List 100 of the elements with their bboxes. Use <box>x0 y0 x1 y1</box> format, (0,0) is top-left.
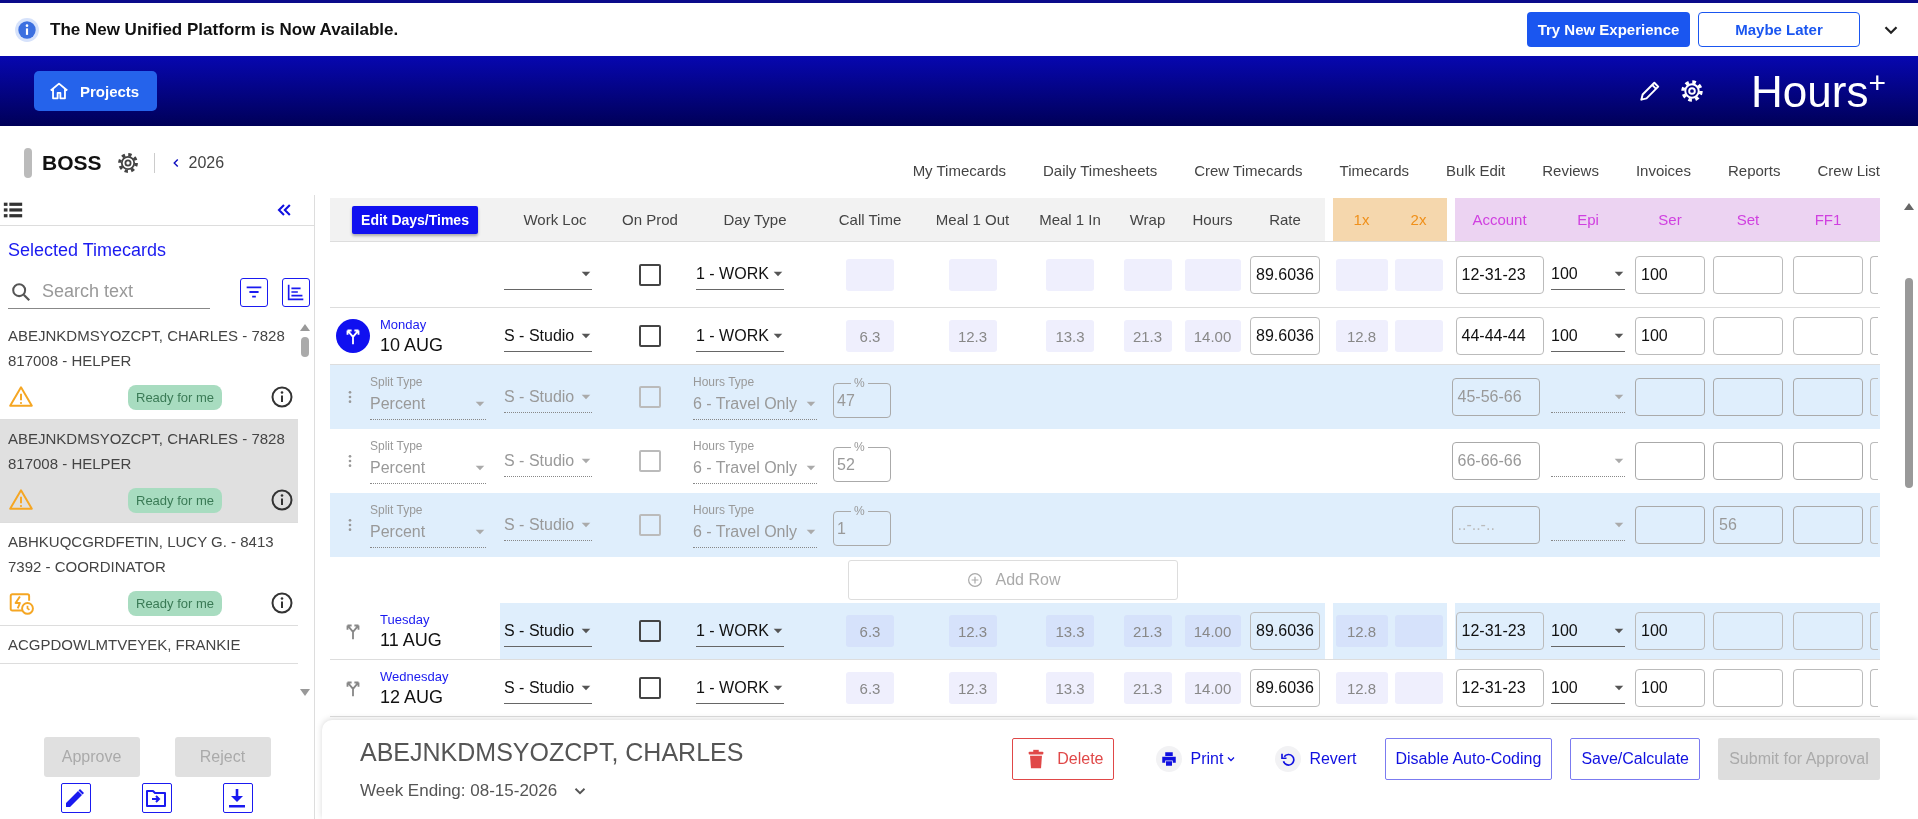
input-field[interactable] <box>1793 506 1863 544</box>
input-field[interactable] <box>1635 378 1705 416</box>
split-icon[interactable] <box>336 319 370 353</box>
dropdown[interactable]: 1 - WORK <box>696 320 784 352</box>
column-header: 2x <box>1390 198 1447 241</box>
year-back-link[interactable]: 2026 <box>168 154 225 172</box>
column-header: Set <box>1708 198 1788 241</box>
dropdown[interactable]: 100 <box>1551 615 1625 647</box>
input-field[interactable]: 89.6036 <box>1250 669 1320 707</box>
checkbox[interactable] <box>639 450 661 472</box>
action-button[interactable]: Disable Auto-Coding <box>1384 737 1553 780</box>
checkbox[interactable] <box>639 514 661 536</box>
input-field[interactable] <box>1635 442 1705 480</box>
dropdown[interactable]: S - Studio <box>504 615 592 647</box>
input-field[interactable] <box>1870 506 1878 544</box>
nav-link[interactable]: Crew Timecards <box>1194 162 1303 179</box>
input-field[interactable] <box>1870 317 1878 355</box>
action-button[interactable]: Save/Calculate <box>1570 737 1700 780</box>
checkbox[interactable] <box>639 263 661 286</box>
info-icon[interactable] <box>270 385 295 409</box>
dropdown[interactable]: 1 - WORK <box>696 259 784 290</box>
sort-button[interactable] <box>282 277 310 307</box>
banner-message: The New Unified Platform is Now Available. <box>50 19 399 40</box>
input-field[interactable]: 12-31-23 <box>1455 669 1544 707</box>
dropdown[interactable]: 100 <box>1551 320 1625 352</box>
input-field[interactable]: 89.6036 <box>1250 317 1320 355</box>
input-field[interactable] <box>1870 669 1878 707</box>
input-field[interactable]: 89.6036 <box>1250 612 1320 650</box>
filter-button[interactable] <box>240 277 268 307</box>
input-field[interactable]: 100 <box>1635 255 1705 294</box>
readonly-field: 13.3 <box>1046 672 1094 704</box>
employee-name: ABEJNKDMSYOZCPT, CHARLES - 7828 <box>8 429 286 449</box>
dropdown[interactable]: S - Studio <box>504 672 592 704</box>
input-field[interactable]: 100 <box>1635 669 1705 707</box>
nav-link[interactable]: Invoices <box>1635 162 1691 179</box>
input-field[interactable]: 89.6036 <box>1250 255 1320 294</box>
edit-days-times-button[interactable]: Edit Days/Times <box>352 205 478 234</box>
project-marker <box>24 148 32 178</box>
home-icon <box>48 80 70 102</box>
input-field[interactable] <box>1713 255 1783 294</box>
input-field[interactable] <box>1713 669 1783 707</box>
input-field[interactable]: 12-31-23 <box>1455 255 1544 294</box>
settings-icon[interactable] <box>115 151 140 175</box>
info-icon[interactable] <box>270 488 295 512</box>
input-field[interactable] <box>1870 442 1878 480</box>
input-field[interactable] <box>1793 669 1863 707</box>
input-field[interactable] <box>1713 317 1783 355</box>
search-field[interactable]: Search text <box>8 275 210 309</box>
week-ending-select[interactable]: Week Ending: 08-15-2026 <box>360 781 744 801</box>
nav-link[interactable]: Crew List <box>1817 162 1880 179</box>
nav-link[interactable]: Reports <box>1727 162 1781 179</box>
checkbox[interactable] <box>639 620 661 642</box>
nav-link[interactable]: Bulk Edit <box>1446 162 1506 179</box>
input-field[interactable]: 100 <box>1635 612 1705 650</box>
readonly-field: 12.3 <box>948 320 997 352</box>
input-field[interactable] <box>1713 442 1783 480</box>
edit-button[interactable] <box>61 783 92 813</box>
input-field[interactable] <box>1870 255 1878 294</box>
input-field[interactable]: 100 <box>1635 317 1705 355</box>
readonly-field: 21.3 <box>1123 615 1172 647</box>
try-new-experience-button[interactable]: Try New Experience <box>1527 12 1690 47</box>
input-field[interactable] <box>1793 442 1863 480</box>
input-field[interactable] <box>1793 317 1863 355</box>
column-header: Hours <box>1180 198 1245 241</box>
download-button[interactable] <box>222 783 253 813</box>
input-field[interactable] <box>1870 612 1878 650</box>
project-name: BOSS <box>42 151 102 175</box>
dropdown[interactable]: 100 <box>1551 259 1625 290</box>
input-field[interactable] <box>1793 255 1863 294</box>
input-field[interactable] <box>1870 378 1878 416</box>
input-field[interactable] <box>1635 506 1705 544</box>
timecard-item[interactable]: ABEJNKDMSYOZCPT, CHARLES - 7828 817008 - HELPER Ready for me <box>0 420 298 523</box>
dropdown[interactable]: 100 <box>1551 672 1625 704</box>
dropdown[interactable]: 1 - WORK <box>696 615 784 647</box>
input-field[interactable] <box>1713 612 1783 650</box>
input-field[interactable] <box>1793 378 1863 416</box>
info-icon[interactable] <box>270 591 295 615</box>
delete-button[interactable]: Delete <box>1012 737 1115 780</box>
input-field[interactable] <box>1713 378 1783 416</box>
dropdown[interactable]: S - Studio <box>504 320 592 352</box>
column-header: FF1 <box>1788 198 1868 241</box>
dropdown[interactable]: 1 - WORK <box>696 672 784 704</box>
input-field[interactable] <box>1793 612 1863 650</box>
nav-link[interactable]: Reviews <box>1542 162 1599 179</box>
nav-link[interactable]: Daily Timesheets <box>1043 162 1158 179</box>
checkbox[interactable] <box>639 677 661 699</box>
checkbox[interactable] <box>639 386 661 408</box>
maybe-later-button[interactable]: Maybe Later <box>1698 12 1860 47</box>
settings-icon[interactable] <box>1679 78 1706 104</box>
column-header: Ser <box>1632 198 1708 241</box>
projects-button[interactable]: Projects <box>34 71 158 111</box>
input-field[interactable]: 12-31-23 <box>1455 612 1544 650</box>
column-header: Epi <box>1544 198 1632 241</box>
checkbox[interactable] <box>639 325 661 347</box>
nav-link[interactable]: My Timecards <box>912 162 1006 179</box>
nav-link[interactable]: Timecards <box>1339 162 1410 179</box>
move-button[interactable] <box>142 783 172 813</box>
caret-icon <box>580 269 592 279</box>
column-header: Day Type <box>690 198 820 241</box>
input-field[interactable]: 44-44-44 <box>1455 317 1544 355</box>
